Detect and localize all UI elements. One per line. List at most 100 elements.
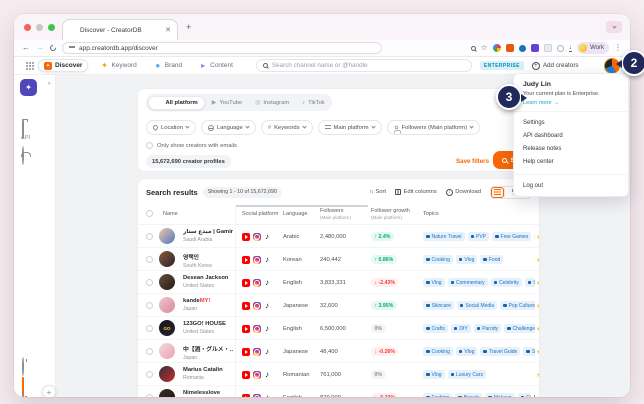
- platform-tab-youtube[interactable]: ▶ YouTube: [206, 96, 248, 110]
- filter-dropdown-keywords[interactable]: # Keywords: [260, 120, 313, 135]
- instagram-icon[interactable]: [252, 393, 261, 397]
- topic-tag[interactable]: DIY: [450, 324, 471, 333]
- tab-close-icon[interactable]: ✕: [165, 26, 171, 34]
- table-row[interactable]: GO 123GO! HOUSE United States ♪ English 6,500…: [138, 317, 539, 340]
- menu-item-logout[interactable]: Log out: [514, 180, 628, 193]
- topic-tag[interactable]: Free Games: [492, 232, 532, 241]
- channel-search-input[interactable]: [271, 62, 465, 69]
- horizontal-scrollbar[interactable]: [235, 205, 368, 207]
- topic-tag[interactable]: Parody: [473, 324, 502, 333]
- add-creators-button[interactable]: + Add creators: [531, 61, 579, 70]
- tiktok-icon[interactable]: ♪: [263, 324, 271, 333]
- save-filters-button[interactable]: Save filters: [456, 158, 489, 165]
- topic-tag[interactable]: Fashion: [423, 393, 453, 397]
- platform-tab-tiktok[interactable]: ♪ TikTok: [296, 96, 331, 110]
- topic-tag[interactable]: Social Media: [456, 301, 498, 310]
- sidebar-item-language[interactable]: [22, 392, 24, 397]
- tiktok-icon[interactable]: ♪: [263, 370, 271, 379]
- nav-tab-discover[interactable]: ✦ Discover: [38, 59, 89, 72]
- column-followers[interactable]: Followers (Main platform): [320, 208, 351, 220]
- topic-tag[interactable]: Vlog: [423, 278, 445, 287]
- topic-tag[interactable]: Luxury Cars: [447, 370, 486, 379]
- browser-menu-icon[interactable]: ⋮: [614, 44, 622, 52]
- tiktok-icon[interactable]: ♪: [263, 347, 271, 356]
- platform-tab-instagram[interactable]: ◎ Instagram: [249, 96, 295, 110]
- search-icon[interactable]: [470, 45, 476, 51]
- creator-name-cell[interactable]: 中【酒・グルメ・…】Japan: [183, 344, 233, 361]
- tiktok-icon[interactable]: ♪: [263, 232, 271, 241]
- creator-name-cell[interactable]: 영택인 South Korea: [183, 252, 233, 269]
- address-bar[interactable]: app.creatordb.app/discover: [62, 42, 382, 54]
- youtube-icon[interactable]: [242, 301, 250, 310]
- window-close-button[interactable]: [24, 24, 31, 31]
- tiktok-icon[interactable]: ♪: [263, 301, 271, 310]
- tiktok-icon[interactable]: ♪: [263, 393, 271, 397]
- tab-search-button[interactable]: [606, 21, 622, 33]
- topic-tag[interactable]: PVP: [467, 232, 490, 241]
- topic-tag[interactable]: Vlog: [455, 347, 478, 356]
- creator-name-cell[interactable]: 123GO! HOUSE United States: [183, 321, 233, 335]
- filter-dropdown-location[interactable]: Location: [146, 120, 196, 135]
- download-button[interactable]: ↓ Download: [445, 188, 481, 196]
- back-button[interactable]: ←: [22, 44, 30, 52]
- filter-dropdown-main-platform[interactable]: Main platform: [317, 120, 382, 135]
- youtube-icon[interactable]: [242, 347, 250, 356]
- instagram-icon[interactable]: [252, 324, 261, 333]
- channel-search-bar[interactable]: [255, 59, 472, 72]
- youtube-icon[interactable]: [242, 255, 250, 264]
- table-row[interactable]: 中【酒・グルメ・…】Japan ♪ Japanese 48,400 ↓ -0.26% Co…: [138, 340, 539, 363]
- instagram-icon[interactable]: [252, 370, 261, 379]
- topic-tag[interactable]: Skincare: [423, 301, 454, 310]
- window-minimize-button[interactable]: [36, 24, 43, 31]
- extension-icon[interactable]: [492, 44, 501, 52]
- creator-name-cell[interactable]: kandeMY! Japan: [183, 298, 233, 312]
- extension-icon[interactable]: [518, 44, 526, 52]
- topic-tag[interactable]: Makeup: [485, 393, 515, 397]
- topic-tag[interactable]: Cooking: [423, 347, 453, 356]
- email-filter-checkbox[interactable]: [146, 142, 153, 149]
- topic-tag[interactable]: Nature Travel: [423, 232, 465, 241]
- learn-more-link[interactable]: Learn more →: [514, 100, 628, 106]
- topic-tag-truncated[interactable]: E: [534, 232, 535, 241]
- instagram-icon[interactable]: [252, 232, 261, 241]
- youtube-icon[interactable]: [242, 324, 250, 333]
- topic-tag-truncated[interactable]: Co: [517, 393, 531, 397]
- topic-tag[interactable]: Vlog: [423, 370, 445, 379]
- sidebar-item-community[interactable]: [22, 146, 24, 165]
- topic-tag[interactable]: Travel Guide: [480, 347, 521, 356]
- menu-item-help-center[interactable]: Help center: [514, 156, 628, 169]
- creator-name-cell[interactable]: مبدع ستار | Gaming…Saudi Arabia: [183, 229, 233, 243]
- topic-tag[interactable]: Commentary: [447, 278, 488, 287]
- bookmark-star-icon[interactable]: ☆: [481, 44, 488, 52]
- youtube-icon[interactable]: [242, 232, 250, 241]
- column-name[interactable]: Name: [163, 211, 178, 217]
- menu-item-api-dashboard[interactable]: API dashboard: [514, 130, 628, 143]
- instagram-icon[interactable]: [252, 278, 261, 287]
- table-row[interactable]: Desean Jackson United States ♪ English 3,833…: [138, 271, 539, 294]
- row-checkbox[interactable]: [146, 233, 153, 240]
- site-settings-icon[interactable]: [69, 45, 75, 51]
- column-social[interactable]: Social platform: [242, 211, 278, 217]
- extension-icon[interactable]: [505, 44, 514, 52]
- topic-tag[interactable]: Vlog: [455, 255, 478, 264]
- topic-tag-truncated[interactable]: C: [524, 278, 535, 287]
- topic-tag[interactable]: Crafts: [423, 324, 448, 333]
- topic-tag-truncated[interactable]: St: [523, 347, 535, 356]
- table-row[interactable]: NimelessloveUnited States ♪ English 829,000…: [138, 386, 539, 397]
- nav-tab-content[interactable]: ▸ Content: [194, 59, 238, 72]
- topic-tag[interactable]: Beauty: [455, 393, 483, 397]
- extension-icon[interactable]: [543, 44, 552, 52]
- new-tab-button[interactable]: +: [186, 22, 191, 32]
- topic-tag[interactable]: Pop Culture: [500, 301, 535, 310]
- platform-tab-all-platform[interactable]: All platform: [147, 95, 205, 110]
- extension-icon[interactable]: [556, 44, 564, 52]
- row-checkbox[interactable]: [146, 256, 153, 263]
- tiktok-icon[interactable]: ♪: [263, 255, 271, 264]
- sidebar-item-discover[interactable]: ✦: [20, 79, 37, 96]
- menu-item-release-notes[interactable]: Release notes: [514, 143, 628, 156]
- nav-tab-brand[interactable]: ● Brand: [149, 59, 187, 72]
- instagram-icon[interactable]: [252, 347, 261, 356]
- table-row[interactable]: Marius Catalin Romania ♪ Romanian 761,000 0% V…: [138, 363, 539, 386]
- sidebar-item-api[interactable]: API: [21, 135, 30, 141]
- row-checkbox[interactable]: [146, 348, 153, 355]
